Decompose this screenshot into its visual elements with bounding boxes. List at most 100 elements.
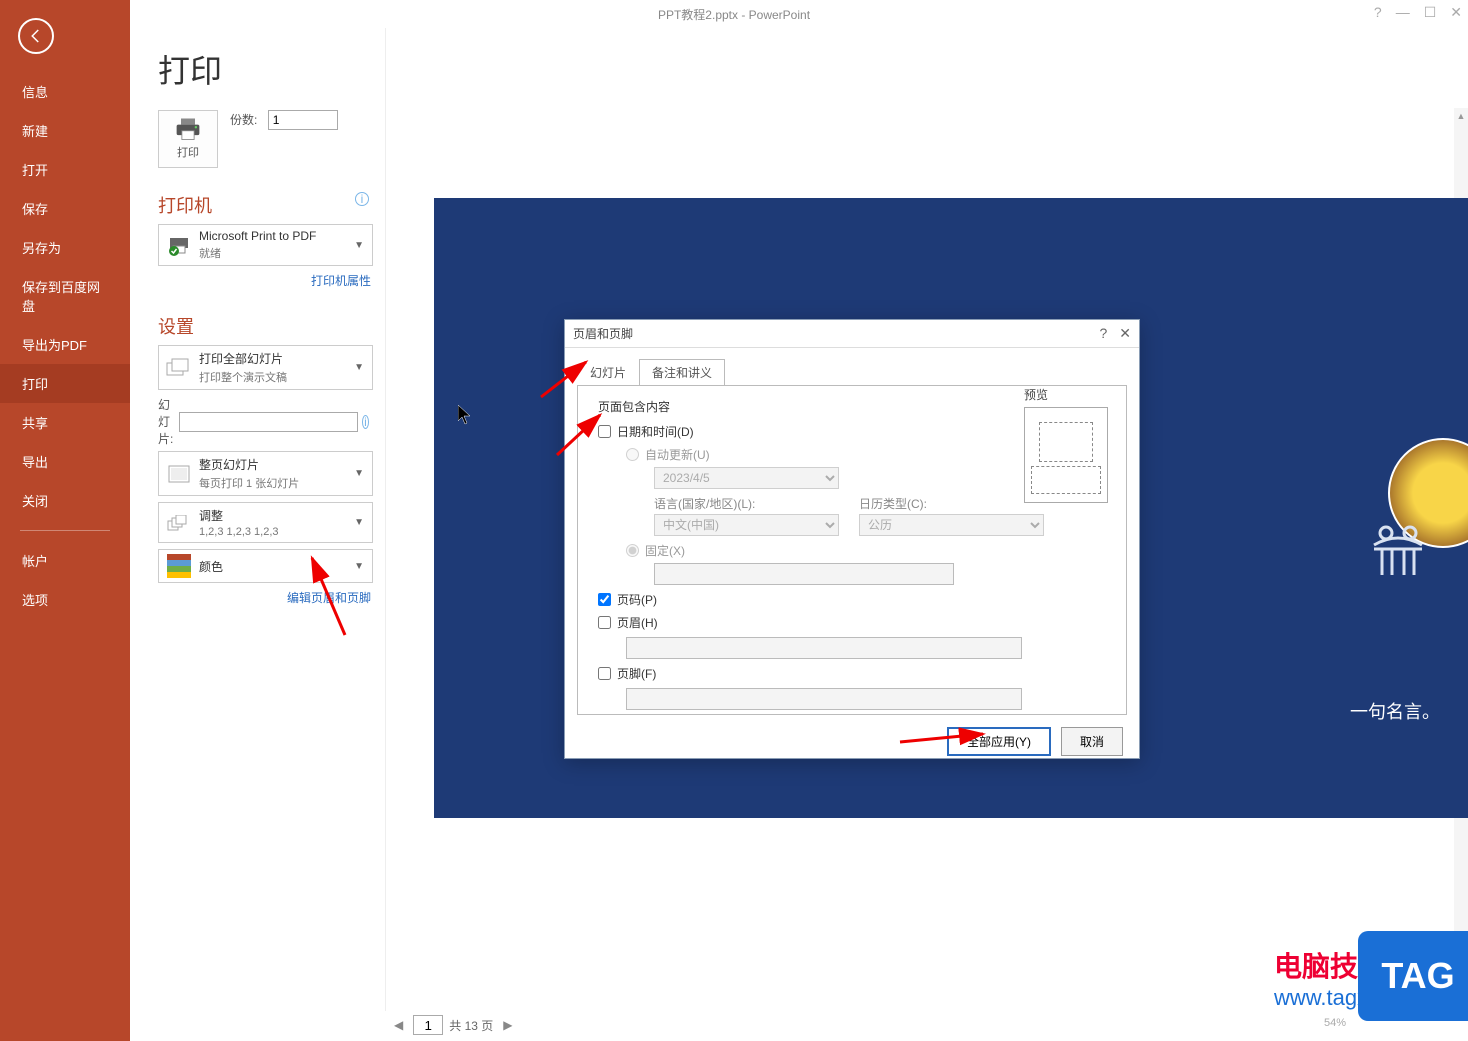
rail-open[interactable]: 打开	[0, 150, 130, 189]
print-scope-dropdown[interactable]: 打印全部幻灯片 打印整个演示文稿 ▼	[158, 345, 373, 390]
pagenum-checkbox[interactable]	[598, 593, 611, 606]
scope-line1: 打印全部幻灯片	[199, 350, 372, 367]
preview-thumb	[1024, 407, 1108, 503]
rail-info[interactable]: 信息	[0, 72, 130, 111]
rail-account[interactable]: 帐户	[0, 541, 130, 580]
window-controls: ? — ☐ ✕	[1374, 4, 1462, 21]
rail-separator	[20, 530, 110, 531]
page-navigator: ◀ 共 13 页 ▶	[390, 1015, 517, 1035]
next-page-icon[interactable]: ▶	[499, 1018, 516, 1032]
color-line1: 颜色	[199, 558, 372, 575]
prev-page-icon[interactable]: ◀	[390, 1018, 407, 1032]
apply-all-button[interactable]: 全部应用(Y)	[947, 727, 1051, 756]
printer-section-title: 打印机i	[158, 192, 373, 218]
chevron-down-icon: ▼	[354, 362, 364, 373]
header-input[interactable]	[626, 637, 1022, 659]
collate-icon	[159, 515, 199, 531]
chevron-down-icon: ▼	[354, 561, 364, 572]
window-title: PPT教程2.pptx - PowerPoint	[658, 6, 810, 23]
page-input[interactable]	[413, 1015, 443, 1035]
info-icon[interactable]: i	[355, 192, 369, 206]
lang-label: 语言(国家/地区)(L):	[654, 495, 839, 512]
zoom-level: 54%	[1324, 1017, 1346, 1029]
rail-close[interactable]: 关闭	[0, 481, 130, 520]
dialog-preview: 预览	[1024, 386, 1114, 503]
header-label: 页眉(H)	[617, 614, 658, 631]
rail-baidu[interactable]: 保存到百度网盘	[0, 267, 130, 325]
cal-label: 日历类型(C):	[859, 495, 1044, 512]
back-button[interactable]	[18, 18, 54, 54]
datetime-checkbox[interactable]	[598, 425, 611, 438]
dialog-help-icon[interactable]: ?	[1099, 325, 1107, 342]
dialog-titlebar: 页眉和页脚 ? ✕	[565, 320, 1139, 348]
date-select: 2023/4/5	[654, 467, 839, 489]
printer-dropdown[interactable]: Microsoft Print to PDF 就绪 ▼	[158, 224, 373, 266]
watermark-tag: TAG	[1358, 931, 1468, 1021]
footer-input[interactable]	[626, 688, 1022, 710]
cancel-button[interactable]: 取消	[1061, 727, 1123, 756]
auto-update-radio	[626, 448, 639, 461]
scope-line2: 打印整个演示文稿	[199, 369, 372, 385]
page-total: 共 13 页	[449, 1017, 493, 1034]
print-heading: 打印	[158, 46, 373, 92]
slides-input[interactable]	[179, 412, 358, 432]
footer-checkbox[interactable]	[598, 667, 611, 680]
print-button[interactable]: 打印	[158, 110, 218, 168]
slides-label: 幻灯片:	[158, 396, 175, 447]
rail-saveas[interactable]: 另存为	[0, 228, 130, 267]
scroll-up-icon[interactable]: ▲	[1454, 108, 1468, 124]
color-icon	[159, 554, 199, 578]
minimize-icon[interactable]: —	[1396, 4, 1410, 21]
collate-dropdown[interactable]: 调整 1,2,3 1,2,3 1,2,3 ▼	[158, 502, 373, 543]
printer-icon	[174, 118, 202, 140]
tab-slide[interactable]: 幻灯片	[577, 359, 639, 386]
copies-label: 份数:	[230, 113, 257, 127]
header-footer-dialog: 页眉和页脚 ? ✕ 幻灯片 备注和讲义 页面包含内容 日期和时间(D) 自动更新…	[564, 319, 1140, 759]
pillar-icon	[1368, 523, 1428, 588]
slide-quote-text: 一句名言。	[1350, 698, 1440, 724]
info-icon[interactable]: i	[362, 415, 369, 429]
fixed-input	[654, 563, 954, 585]
auto-update-label: 自动更新(U)	[645, 446, 710, 463]
help-icon[interactable]: ?	[1374, 4, 1382, 21]
dialog-title: 页眉和页脚	[573, 325, 633, 342]
collate-line2: 1,2,3 1,2,3 1,2,3	[199, 526, 372, 538]
layout-line1: 整页幻灯片	[199, 456, 372, 473]
rail-export[interactable]: 导出	[0, 442, 130, 481]
pagenum-label: 页码(P)	[617, 591, 657, 608]
chevron-down-icon: ▼	[354, 468, 364, 479]
dialog-tabs: 幻灯片 备注和讲义	[565, 348, 1139, 385]
color-dropdown[interactable]: 颜色 ▼	[158, 549, 373, 583]
rail-save[interactable]: 保存	[0, 189, 130, 228]
fixed-radio	[626, 544, 639, 557]
collate-line1: 调整	[199, 507, 372, 524]
edit-header-footer-link[interactable]: 编辑页眉和页脚	[142, 589, 371, 606]
datetime-label: 日期和时间(D)	[617, 423, 694, 440]
layout-dropdown[interactable]: 整页幻灯片 每页打印 1 张幻灯片 ▼	[158, 451, 373, 496]
print-button-label: 打印	[177, 144, 199, 160]
layout-icon	[159, 465, 199, 483]
cal-select: 公历	[859, 514, 1044, 536]
slides-icon	[159, 358, 199, 378]
maximize-icon[interactable]: ☐	[1424, 4, 1437, 21]
title-bar: PPT教程2.pptx - PowerPoint ? — ☐ ✕	[0, 0, 1468, 28]
rail-share[interactable]: 共享	[0, 403, 130, 442]
dialog-close-icon[interactable]: ✕	[1119, 325, 1131, 342]
rail-print[interactable]: 打印	[0, 364, 130, 403]
rail-export-pdf[interactable]: 导出为PDF	[0, 325, 130, 364]
backstage-rail: 信息 新建 打开 保存 另存为 保存到百度网盘 导出为PDF 打印 共享 导出 …	[0, 0, 130, 1041]
rail-options[interactable]: 选项	[0, 580, 130, 619]
close-icon[interactable]: ✕	[1450, 4, 1462, 21]
printer-properties-link[interactable]: 打印机属性	[142, 272, 371, 289]
settings-section-title: 设置	[158, 313, 373, 339]
header-checkbox[interactable]	[598, 616, 611, 629]
rail-new[interactable]: 新建	[0, 111, 130, 150]
layout-line2: 每页打印 1 张幻灯片	[199, 475, 372, 491]
copies-input[interactable]	[268, 110, 338, 130]
preview-label: 预览	[1024, 386, 1114, 403]
footer-label: 页脚(F)	[617, 665, 656, 682]
printer-name: Microsoft Print to PDF	[199, 229, 372, 243]
fixed-label: 固定(X)	[645, 542, 685, 559]
lang-select: 中文(中国)	[654, 514, 839, 536]
tab-notes-handouts[interactable]: 备注和讲义	[639, 359, 725, 386]
